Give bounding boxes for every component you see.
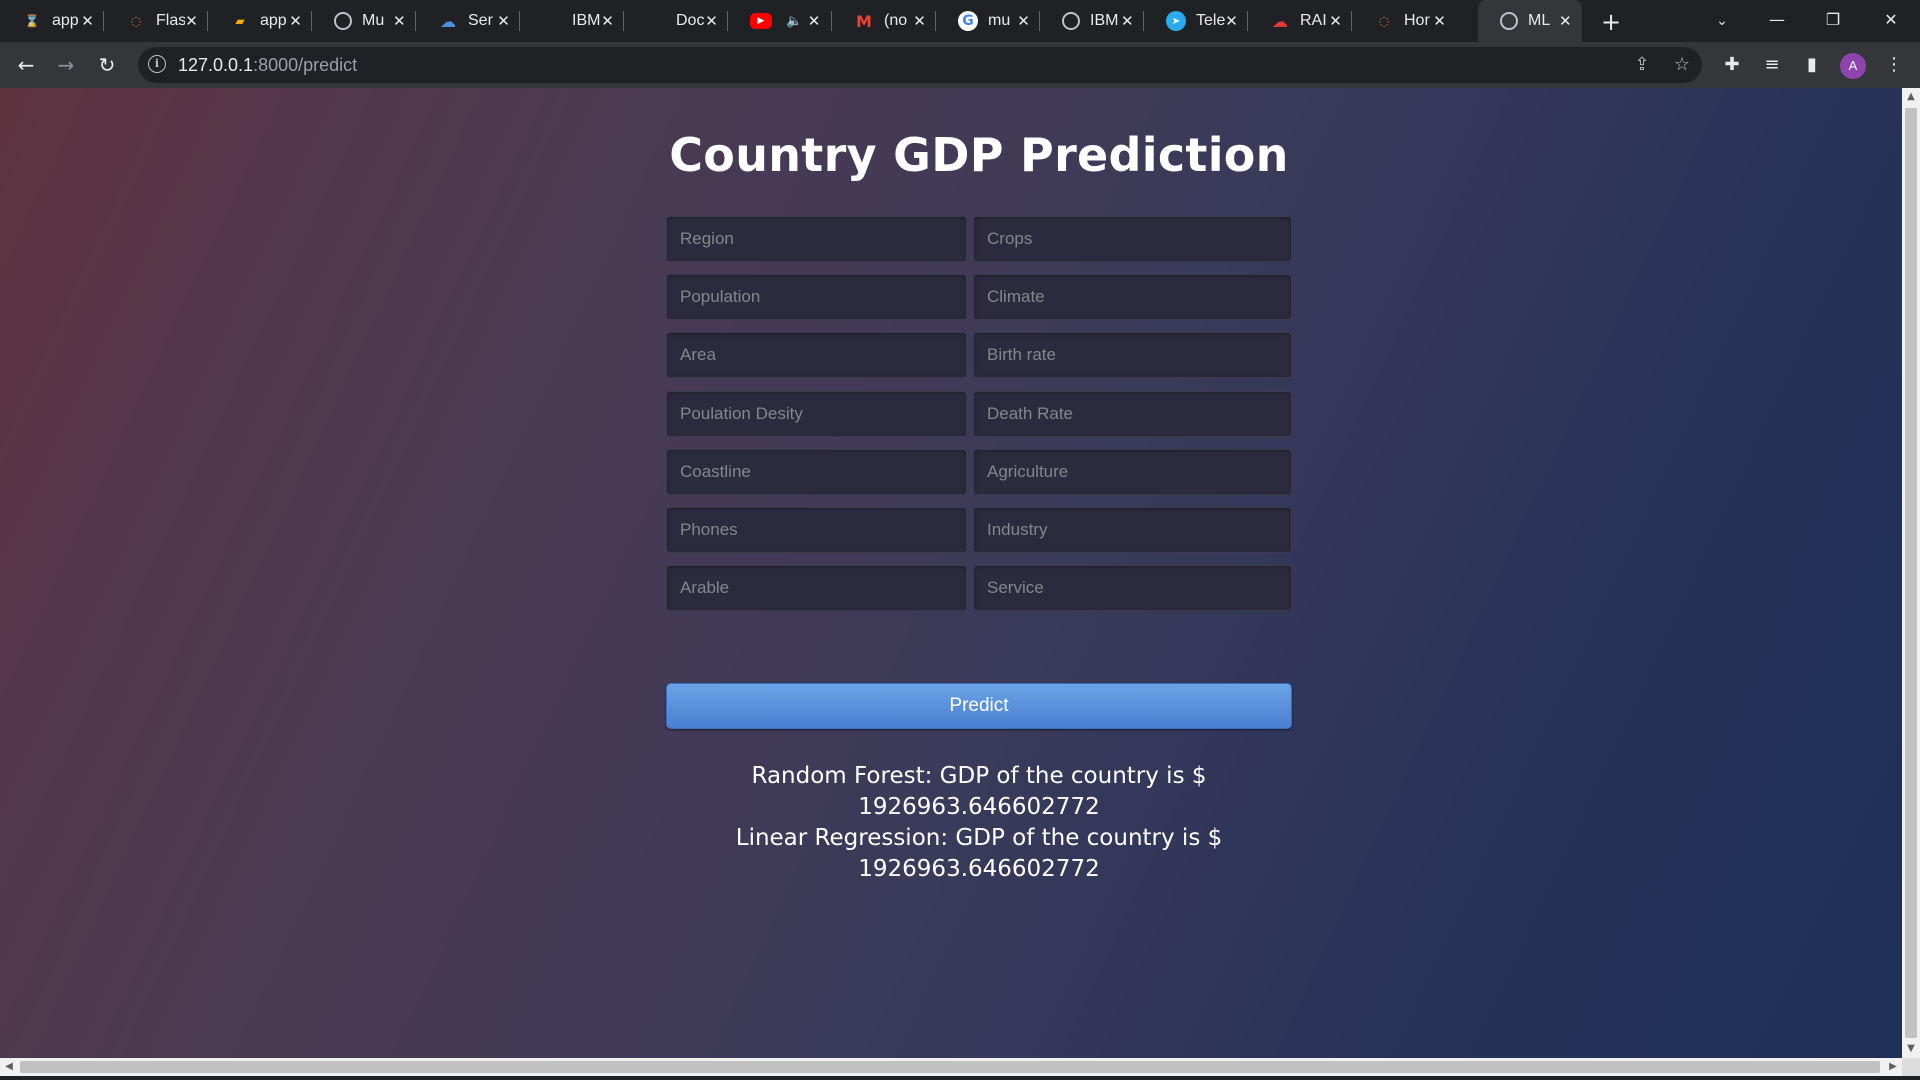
close-icon[interactable]: ✕: [1433, 12, 1446, 30]
back-arrow-icon[interactable]: ←: [10, 49, 42, 81]
close-icon[interactable]: ✕: [497, 12, 510, 30]
scroll-down-arrow-icon[interactable]: ▼: [1902, 1040, 1920, 1058]
linear-regression-result-value: 1926963.646602772: [858, 856, 1100, 882]
restore-button[interactable]: ❐: [1806, 0, 1860, 42]
random-forest-result-value: 1926963.646602772: [858, 794, 1100, 820]
close-icon[interactable]: ✕: [392, 12, 406, 30]
coastline-input[interactable]: [666, 449, 967, 495]
gmail-icon: M: [856, 11, 872, 31]
blank-icon: [542, 11, 562, 31]
arable-input[interactable]: [666, 565, 967, 611]
extensions-puzzle-icon[interactable]: ✚: [1718, 51, 1746, 79]
browser-tab-strip: ⌛ app ✕ ◌ Flas ✕ ▰ app ✕ Mu ✕ ☁ Ser ✕ IB…: [0, 0, 1920, 42]
tab-ser[interactable]: ☁ Ser ✕: [416, 0, 520, 42]
linear-regression-result-label: Linear Regression: GDP of the country is…: [735, 825, 1223, 851]
menu-kebab-icon[interactable]: ⋮: [1880, 51, 1908, 79]
service-input[interactable]: [973, 565, 1292, 611]
climate-input[interactable]: [973, 274, 1292, 320]
youtube-icon: ▶: [750, 13, 772, 29]
scrollbar-corner: [1902, 1058, 1920, 1076]
close-icon[interactable]: ✕: [806, 12, 822, 30]
url-text[interactable]: 127.0.0.1:8000/predict: [178, 47, 357, 83]
share-icon[interactable]: ⇪: [1630, 53, 1654, 77]
close-icon[interactable]: ✕: [289, 12, 302, 30]
globe-icon: [334, 12, 352, 30]
tab-google[interactable]: G mu ✕: [936, 0, 1040, 42]
agriculture-input[interactable]: [973, 449, 1292, 495]
reload-icon[interactable]: ↻: [91, 49, 123, 81]
scroll-left-arrow-icon[interactable]: ◀: [0, 1058, 18, 1076]
scroll-up-arrow-icon[interactable]: ▲: [1902, 88, 1920, 106]
new-tab-button[interactable]: +: [1598, 9, 1624, 35]
minimize-button[interactable]: —: [1750, 0, 1804, 42]
tab-ml-active[interactable]: ML ✕: [1478, 0, 1582, 42]
speaker-icon[interactable]: 🔈: [786, 13, 806, 29]
profile-avatar[interactable]: A: [1840, 53, 1866, 79]
birth-rate-input[interactable]: [973, 332, 1292, 378]
tab-youtube[interactable]: ▶ 🔈 ✕: [728, 0, 832, 42]
horizontal-scroll-thumb[interactable]: [20, 1061, 1880, 1073]
random-forest-result-label: Random Forest: GDP of the country is $: [751, 763, 1207, 789]
tab-mu[interactable]: Mu ✕: [312, 0, 416, 42]
browser-toolbar: ← → ↻ i 127.0.0.1:8000/predict ⇪ ☆ ✚ ≡ ▮…: [0, 42, 1920, 88]
tab-gmail[interactable]: M (no ✕: [832, 0, 936, 42]
close-window-button[interactable]: ✕: [1864, 0, 1918, 42]
tab-telegram[interactable]: ➤ Tele ✕: [1144, 0, 1248, 42]
close-icon[interactable]: ✕: [81, 12, 94, 30]
address-bar[interactable]: i 127.0.0.1:8000/predict ⇪ ☆: [138, 47, 1702, 83]
close-icon[interactable]: ✕: [1017, 12, 1030, 30]
death-rate-input[interactable]: [973, 391, 1292, 437]
tab-app-1[interactable]: ⌛ app ✕: [0, 0, 104, 42]
side-panel-icon[interactable]: ▮: [1798, 51, 1826, 79]
globe-icon: [1062, 12, 1080, 30]
population-input[interactable]: [666, 274, 967, 320]
tab-rai[interactable]: ☁ RAI ✕: [1248, 0, 1352, 42]
tab-search-chevron-icon[interactable]: ⌄: [1710, 9, 1734, 33]
crops-input[interactable]: [973, 216, 1292, 262]
scroll-right-arrow-icon[interactable]: ▶: [1884, 1058, 1902, 1076]
close-icon[interactable]: ✕: [601, 12, 614, 30]
cloud-icon: ☁: [440, 11, 456, 31]
horizontal-scrollbar[interactable]: ◀ ▶: [0, 1058, 1902, 1076]
predict-button[interactable]: Predict: [666, 683, 1292, 729]
close-icon[interactable]: ✕: [1329, 12, 1342, 30]
jupyter-icon: ◌: [1378, 14, 1390, 28]
close-icon[interactable]: ✕: [705, 12, 718, 30]
notebook-icon: ▰: [235, 14, 245, 28]
close-icon[interactable]: ✕: [913, 12, 926, 30]
tab-doc[interactable]: Doc ✕: [624, 0, 728, 42]
close-icon[interactable]: ✕: [185, 12, 198, 30]
blank-icon: [646, 11, 666, 31]
globe-icon: [1500, 12, 1518, 30]
tab-hor[interactable]: ◌ Hor ✕: [1352, 0, 1456, 42]
prediction-result: Random Forest: GDP of the country is $ 1…: [666, 761, 1292, 885]
close-icon[interactable]: ✕: [1225, 12, 1238, 30]
window-bottom-edge: [0, 1076, 1920, 1080]
page-viewport: Country GDP Prediction Predict Random Fo…: [0, 88, 1902, 1058]
tab-ibm-1[interactable]: IBM ✕: [520, 0, 624, 42]
bookmark-star-icon[interactable]: ☆: [1670, 53, 1694, 77]
jupyter-icon: ◌: [130, 14, 142, 28]
vertical-scroll-thumb[interactable]: [1905, 108, 1917, 1038]
site-info-icon[interactable]: i: [148, 55, 166, 73]
tab-ibm-2[interactable]: IBM ✕: [1040, 0, 1144, 42]
hourglass-icon: ⌛: [24, 14, 40, 28]
tab-flask[interactable]: ◌ Flas ✕: [104, 0, 208, 42]
google-icon: G: [958, 11, 978, 31]
media-queue-icon[interactable]: ≡: [1758, 51, 1786, 79]
close-icon[interactable]: ✕: [1120, 12, 1134, 30]
telegram-icon: ➤: [1166, 11, 1186, 31]
population-density-input[interactable]: [666, 391, 967, 437]
close-icon[interactable]: ✕: [1558, 12, 1572, 30]
region-input[interactable]: [666, 216, 967, 262]
cloud-icon: ☁: [1272, 11, 1288, 31]
forward-arrow-icon[interactable]: →: [50, 49, 82, 81]
area-input[interactable]: [666, 332, 967, 378]
vertical-scrollbar[interactable]: ▲ ▼: [1902, 88, 1920, 1058]
industry-input[interactable]: [973, 507, 1292, 553]
phones-input[interactable]: [666, 507, 967, 553]
page-title: Country GDP Prediction: [669, 128, 1289, 182]
tab-app-2[interactable]: ▰ app ✕: [208, 0, 312, 42]
